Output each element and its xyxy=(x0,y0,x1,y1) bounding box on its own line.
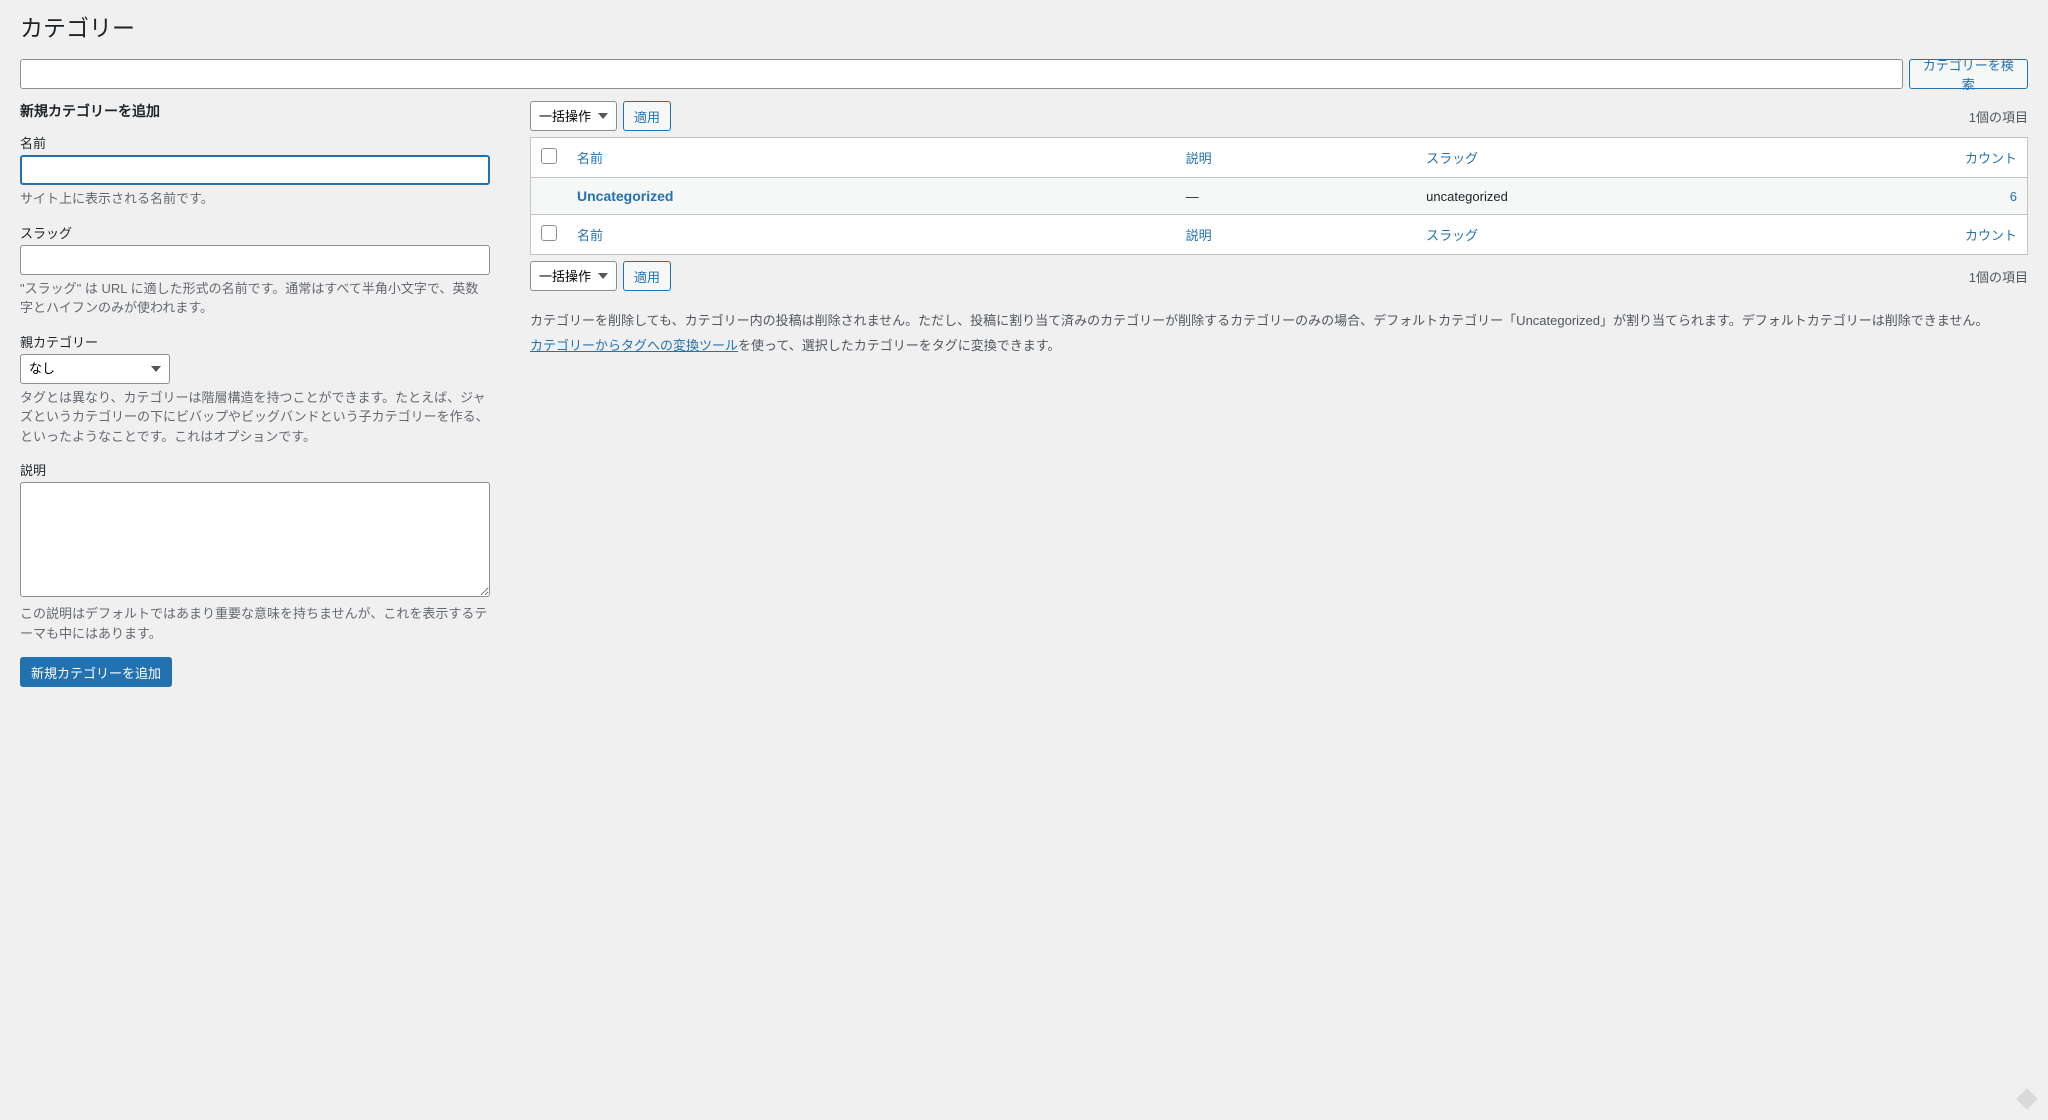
description-hint: この説明はデフォルトではあまり重要な意味を持ちませんが、これを表示するテーマも中… xyxy=(20,604,490,643)
notes: カテゴリーを削除しても、カテゴリー内の投稿は削除されません。ただし、投稿に割り当… xyxy=(530,311,2028,357)
bulk-action-select-bottom[interactable]: 一括操作 xyxy=(530,261,617,291)
delete-note: カテゴリーを削除しても、カテゴリー内の投稿は削除されません。ただし、投稿に割り当… xyxy=(530,311,2028,332)
select-all-bottom-checkbox[interactable] xyxy=(541,225,557,241)
col-desc-header[interactable]: 説明 xyxy=(1176,138,1416,178)
col-name-header[interactable]: 名前 xyxy=(567,138,1176,178)
add-category-form: 新規カテゴリーを追加 名前 サイト上に表示される名前です。 スラッグ "スラッグ… xyxy=(20,101,490,687)
select-all-top-checkbox[interactable] xyxy=(541,148,557,164)
watermark-icon xyxy=(2014,1086,2040,1112)
table-row: Uncategorized — uncategorized 6 xyxy=(531,178,2028,215)
apply-button-bottom[interactable]: 適用 xyxy=(623,261,671,291)
apply-button-top[interactable]: 適用 xyxy=(623,101,671,131)
item-count-bottom: 1個の項目 xyxy=(1969,267,2028,286)
slug-label: スラッグ xyxy=(20,223,490,242)
convert-tool-link[interactable]: カテゴリーからタグへの変換ツール xyxy=(530,338,738,353)
slug-input[interactable] xyxy=(20,245,490,275)
search-input[interactable] xyxy=(20,59,1903,89)
parent-select[interactable]: なし xyxy=(20,354,170,384)
name-input[interactable] xyxy=(20,155,490,185)
parent-hint: タグとは異なり、カテゴリーは階層構造を持つことができます。たとえば、ジャズという… xyxy=(20,388,490,447)
col-count-footer[interactable]: カウント xyxy=(1948,215,2028,255)
submit-add-category-button[interactable]: 新規カテゴリーを追加 xyxy=(20,657,172,687)
name-hint: サイト上に表示される名前です。 xyxy=(20,189,490,209)
parent-label: 親カテゴリー xyxy=(20,332,490,351)
row-count-link[interactable]: 6 xyxy=(2010,189,2017,204)
col-slug-header[interactable]: スラッグ xyxy=(1416,138,1947,178)
col-count-header[interactable]: カウント xyxy=(1948,138,2028,178)
name-label: 名前 xyxy=(20,133,490,152)
description-textarea[interactable] xyxy=(20,482,490,597)
tablenav-bottom: 一括操作 適用 1個の項目 xyxy=(530,261,2028,291)
description-label: 説明 xyxy=(20,460,490,479)
category-table: 名前 説明 スラッグ カウント Uncategorized — uncatego… xyxy=(530,137,2028,255)
row-desc: — xyxy=(1176,178,1416,215)
row-name-link[interactable]: Uncategorized xyxy=(577,188,673,204)
convert-tail: を使って、選択したカテゴリーをタグに変換できます。 xyxy=(738,338,1060,353)
form-heading: 新規カテゴリーを追加 xyxy=(20,101,490,121)
item-count-top: 1個の項目 xyxy=(1969,107,2028,126)
col-desc-footer[interactable]: 説明 xyxy=(1176,215,1416,255)
col-name-footer[interactable]: 名前 xyxy=(567,215,1176,255)
bulk-action-select-top[interactable]: 一括操作 xyxy=(530,101,617,131)
row-slug: uncategorized xyxy=(1416,178,1947,215)
search-categories-button[interactable]: カテゴリーを検索 xyxy=(1909,59,2028,89)
slug-hint: "スラッグ" は URL に適した形式の名前です。通常はすべて半角小文字で、英数… xyxy=(20,279,490,318)
page-title: カテゴリー xyxy=(20,0,2028,59)
col-slug-footer[interactable]: スラッグ xyxy=(1416,215,1947,255)
search-row: カテゴリーを検索 xyxy=(20,59,2028,89)
tablenav-top: 一括操作 適用 1個の項目 xyxy=(530,101,2028,131)
convert-note: カテゴリーからタグへの変換ツールを使って、選択したカテゴリーをタグに変換できます… xyxy=(530,336,2028,357)
